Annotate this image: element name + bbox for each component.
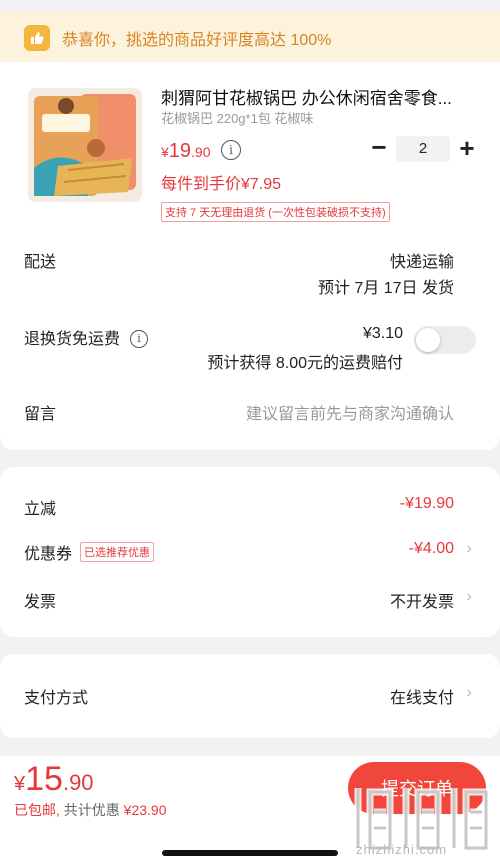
quantity-input[interactable]: 2 (396, 136, 450, 162)
coupon-label-text: 优惠券 (24, 546, 73, 563)
quantity-increase-button[interactable]: + (455, 134, 479, 162)
price-integer: 19 (168, 140, 192, 162)
invoice-value[interactable]: 不开发票 (390, 588, 454, 612)
quantity-decrease-button[interactable]: − (368, 134, 390, 162)
return-policy-tag: 支持 7 天无理由退货 (一次性包装破损不支持) (161, 202, 390, 222)
delivery-eta: 预计 7月 17日 发货 (317, 280, 454, 297)
coupon-chevron-icon[interactable]: › (467, 540, 472, 558)
return-shipping-text: 退换货免运费 (24, 331, 121, 348)
return-shipping-info-icon[interactable]: i (130, 329, 149, 348)
price-info-icon[interactable]: i (221, 140, 241, 160)
payment-chevron-icon[interactable]: › (467, 684, 472, 702)
instant-discount-label: 立减 (24, 501, 57, 518)
return-shipping-note: 预计获得 8.00元的运费赔付 (207, 355, 403, 372)
savings-summary: 已包邮, 共计优惠 ¥23.90 (14, 800, 167, 820)
order-item-card: 刺猬阿甘花椒锅巴 办公休闲宿舍零食... 花椒锅巴 220g*1包 花椒味 ¥1… (0, 62, 500, 450)
instant-discount-value: -¥19.90 (399, 495, 454, 512)
submit-order-button[interactable]: 提交订单 (348, 762, 486, 814)
toggle-knob (416, 328, 440, 352)
thumbs-up-icon (24, 25, 50, 51)
savings-value: ¥23.90 (123, 802, 167, 818)
price-decimal: .90 (191, 144, 211, 160)
free-shipping-text: 已包邮, (14, 802, 60, 818)
message-input[interactable]: 建议留言前先与商家沟通确认 (246, 400, 454, 424)
per-unit-price: 每件到手价¥7.95 (161, 176, 282, 193)
return-shipping-label: 退换货免运费 i (24, 325, 149, 349)
savings-prefix: 共计优惠 (63, 802, 120, 818)
payment-value[interactable]: 在线支付 (390, 684, 454, 708)
banner-text: 恭喜你，挑选的商品好评度高达 100% (62, 32, 332, 49)
discounts-card: 立减 -¥19.90 优惠券 已选推荐优惠 -¥4.00 › 发票 不开发票 › (0, 467, 500, 637)
coupon-recommend-tag: 已选推荐优惠 (80, 542, 155, 562)
product-title[interactable]: 刺猬阿甘花椒锅巴 办公休闲宿舍零食... (161, 84, 471, 109)
product-spec[interactable]: 花椒锅巴 220g*1包 花椒味 (161, 108, 313, 127)
total-price: ¥15.90 (14, 760, 94, 799)
message-label: 留言 (24, 406, 57, 423)
payment-card: 支付方式 在线支付 › (0, 654, 500, 738)
home-indicator (162, 850, 338, 856)
product-image[interactable] (28, 88, 142, 202)
total-currency: ¥ (14, 773, 26, 795)
coupon-value[interactable]: -¥4.00 (409, 540, 454, 558)
satisfaction-banner: 恭喜你，挑选的商品好评度高达 100% (0, 12, 500, 64)
watermark-domain: zhizhizhi.com (356, 842, 448, 857)
total-decimal: .90 (62, 770, 94, 795)
delivery-method[interactable]: 快递运输 (390, 248, 454, 272)
coupon-label[interactable]: 优惠券 已选推荐优惠 (24, 540, 155, 564)
delivery-label: 配送 (24, 254, 57, 271)
invoice-label: 发票 (24, 594, 57, 611)
payment-label: 支付方式 (24, 690, 89, 707)
price-currency: ¥ (161, 144, 169, 160)
return-shipping-price: ¥3.10 (362, 325, 403, 342)
return-shipping-toggle[interactable] (414, 326, 476, 354)
total-integer: 15 (25, 760, 63, 798)
invoice-chevron-icon[interactable]: › (467, 588, 472, 606)
product-price: ¥19.90 (161, 140, 211, 163)
